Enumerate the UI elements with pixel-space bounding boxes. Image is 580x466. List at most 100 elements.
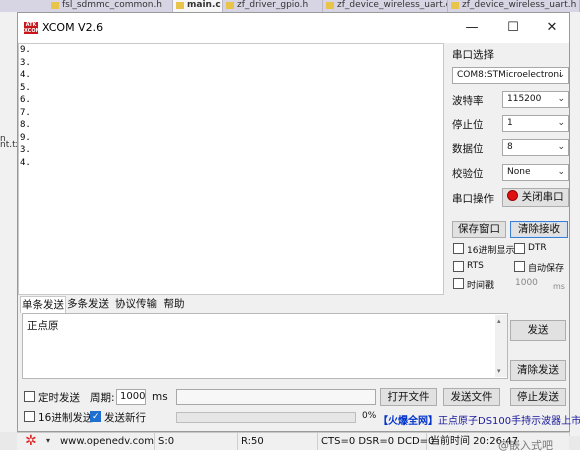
parity-select[interactable]: None ⌄: [502, 164, 569, 181]
baud-label: 波特率: [452, 95, 484, 107]
timed-send-checkbox[interactable]: [24, 391, 35, 402]
bg-tab-5[interactable]: zf_device_wireless_uart.h: [448, 0, 580, 12]
minimize-button[interactable]: —: [453, 13, 491, 43]
receive-line: 4.: [20, 70, 31, 80]
timestamp-value[interactable]: 1000: [515, 278, 538, 288]
send-button[interactable]: 发送: [510, 320, 566, 341]
auto-save-checkbox[interactable]: [514, 261, 525, 272]
maximize-button[interactable]: ☐: [494, 13, 532, 43]
file-path-input[interactable]: [176, 389, 376, 405]
parity-label: 校验位: [452, 168, 484, 180]
receive-line: 3.: [20, 145, 31, 155]
send-newline-label: 发送新行: [104, 412, 146, 424]
background-editor-left: n nt.txt: [0, 12, 24, 432]
file-icon: [176, 2, 184, 9]
file-icon: [226, 2, 234, 9]
receive-line: 9.: [20, 132, 31, 143]
send-mode-tabs: 单条发送 多条发送 协议传输 帮助: [18, 296, 444, 313]
chevron-down-icon: ⌄: [557, 142, 565, 152]
hex-send-checkbox[interactable]: [24, 411, 35, 422]
open-file-button[interactable]: 打开文件: [380, 388, 437, 406]
taskbar-strip: [0, 450, 580, 466]
xcom-window: ATK XCOM XCOM V2.6 — ☐ ✕ 9. 3. 4. 5. 6. …: [17, 12, 580, 432]
background-editor-right: [569, 12, 580, 436]
period-label: 周期:: [90, 392, 115, 404]
port-status-icon: [507, 190, 519, 201]
stop-label: 停止位: [452, 119, 484, 131]
website-link[interactable]: www.openedv.com: [57, 433, 155, 451]
bg-tab-3[interactable]: zf_driver_gpio.h: [223, 0, 323, 12]
send-file-button[interactable]: 发送文件: [443, 388, 500, 406]
chevron-down-icon: ⌄: [557, 167, 565, 177]
baud-select[interactable]: 115200 ⌄: [502, 91, 569, 108]
rts-label: RTS: [467, 261, 484, 271]
hex-send-label: 16进制发送: [38, 412, 94, 424]
timestamp-unit: ms: [553, 282, 565, 291]
bg-tab-1[interactable]: fsl_sdmmc_common.h: [48, 0, 173, 12]
send-newline-checkbox[interactable]: [90, 411, 101, 422]
stop-select[interactable]: 1 ⌄: [502, 115, 569, 132]
receive-area[interactable]: 9. 3. 4. 5. 6. 7. 8. 9. 3. 4.: [18, 43, 444, 295]
data-select[interactable]: 8 ⌄: [502, 139, 569, 156]
close-button[interactable]: ✕: [533, 13, 571, 43]
gear-icon[interactable]: ✲: [25, 434, 39, 448]
window-title: XCOM V2.6: [42, 21, 104, 34]
background-editor-tabs: fsl_sdmmc_common.h main.c zf_driver_gpio…: [0, 0, 580, 12]
receive-line: 3.: [20, 57, 31, 68]
port-select[interactable]: COM8:STMicroelectroni ⌄: [452, 67, 569, 84]
scroll-down-icon: ▾: [497, 367, 501, 375]
timestamp-checkbox[interactable]: [453, 278, 464, 289]
chevron-down-icon[interactable]: ▾: [46, 436, 50, 445]
hex-display-label: 16进制显示: [467, 246, 515, 256]
receive-line: 9.: [20, 45, 31, 55]
chevron-down-icon: ⌄: [557, 70, 565, 80]
sent-count: S:0: [155, 433, 238, 451]
send-scrollbar[interactable]: ▴ ▾: [495, 315, 507, 377]
clear-send-button[interactable]: 清除发送: [510, 360, 566, 381]
timestamp-label: 时间戳: [467, 281, 495, 291]
receive-line: 6.: [20, 95, 31, 105]
title-bar[interactable]: ATK XCOM XCOM V2.6 — ☐ ✕: [18, 13, 569, 43]
receive-line: 4.: [20, 157, 31, 168]
status-bar: ✲ ▾ www.openedv.com S:0 R:50 CTS=0 DSR=0…: [17, 432, 569, 451]
chevron-down-icon: ⌄: [557, 118, 565, 128]
receive-line: 8.: [20, 120, 31, 130]
data-label: 数据位: [452, 143, 484, 155]
watermark: @嵌入式吧: [498, 439, 553, 452]
save-window-button[interactable]: 保存窗口: [452, 221, 506, 238]
period-unit: ms: [152, 391, 168, 403]
op-label: 串口操作: [452, 193, 494, 205]
stop-send-button[interactable]: 停止发送: [510, 388, 566, 406]
timed-send-label: 定时发送: [38, 392, 80, 404]
tab-single-send[interactable]: 单条发送: [20, 296, 66, 313]
period-input[interactable]: 1000: [116, 389, 146, 405]
tab-protocol[interactable]: 协议传输: [114, 296, 158, 312]
tab-help[interactable]: 帮助: [160, 296, 188, 312]
send-input[interactable]: 正点原 ▴ ▾: [22, 313, 508, 379]
received-count: R:50: [238, 433, 318, 451]
port-label: 串口选择: [452, 49, 494, 61]
close-port-button[interactable]: 关闭串口: [502, 188, 569, 207]
promo-link[interactable]: 【火爆全网】正点原子DS100手持示波器上市: [378, 412, 580, 427]
chevron-down-icon: ⌄: [557, 94, 565, 104]
receive-line: 5.: [20, 82, 31, 93]
send-text: 正点原: [27, 320, 59, 332]
bg-tab-2[interactable]: main.c: [173, 0, 223, 12]
file-icon: [451, 2, 459, 9]
line-status: CTS=0 DSR=0 DCD=0: [318, 433, 434, 451]
rts-checkbox[interactable]: [453, 261, 464, 272]
send-progress-bar: [176, 412, 356, 423]
file-icon: [326, 2, 334, 9]
bg-tab-4[interactable]: zf_device_wireless_uart.c: [323, 0, 448, 12]
hex-display-checkbox[interactable]: [453, 243, 464, 254]
file-icon: [51, 2, 59, 9]
receive-line: 7.: [20, 107, 31, 118]
progress-text: 0%: [362, 411, 377, 421]
dtr-checkbox[interactable]: [514, 243, 525, 254]
tab-multi-send[interactable]: 多条发送: [66, 296, 110, 312]
scroll-up-icon: ▴: [497, 317, 501, 325]
dtr-label: DTR: [528, 243, 547, 253]
auto-save-label: 自动保存: [528, 264, 565, 274]
clear-receive-button[interactable]: 清除接收: [510, 221, 568, 238]
app-logo-icon: ATK XCOM: [24, 22, 41, 34]
